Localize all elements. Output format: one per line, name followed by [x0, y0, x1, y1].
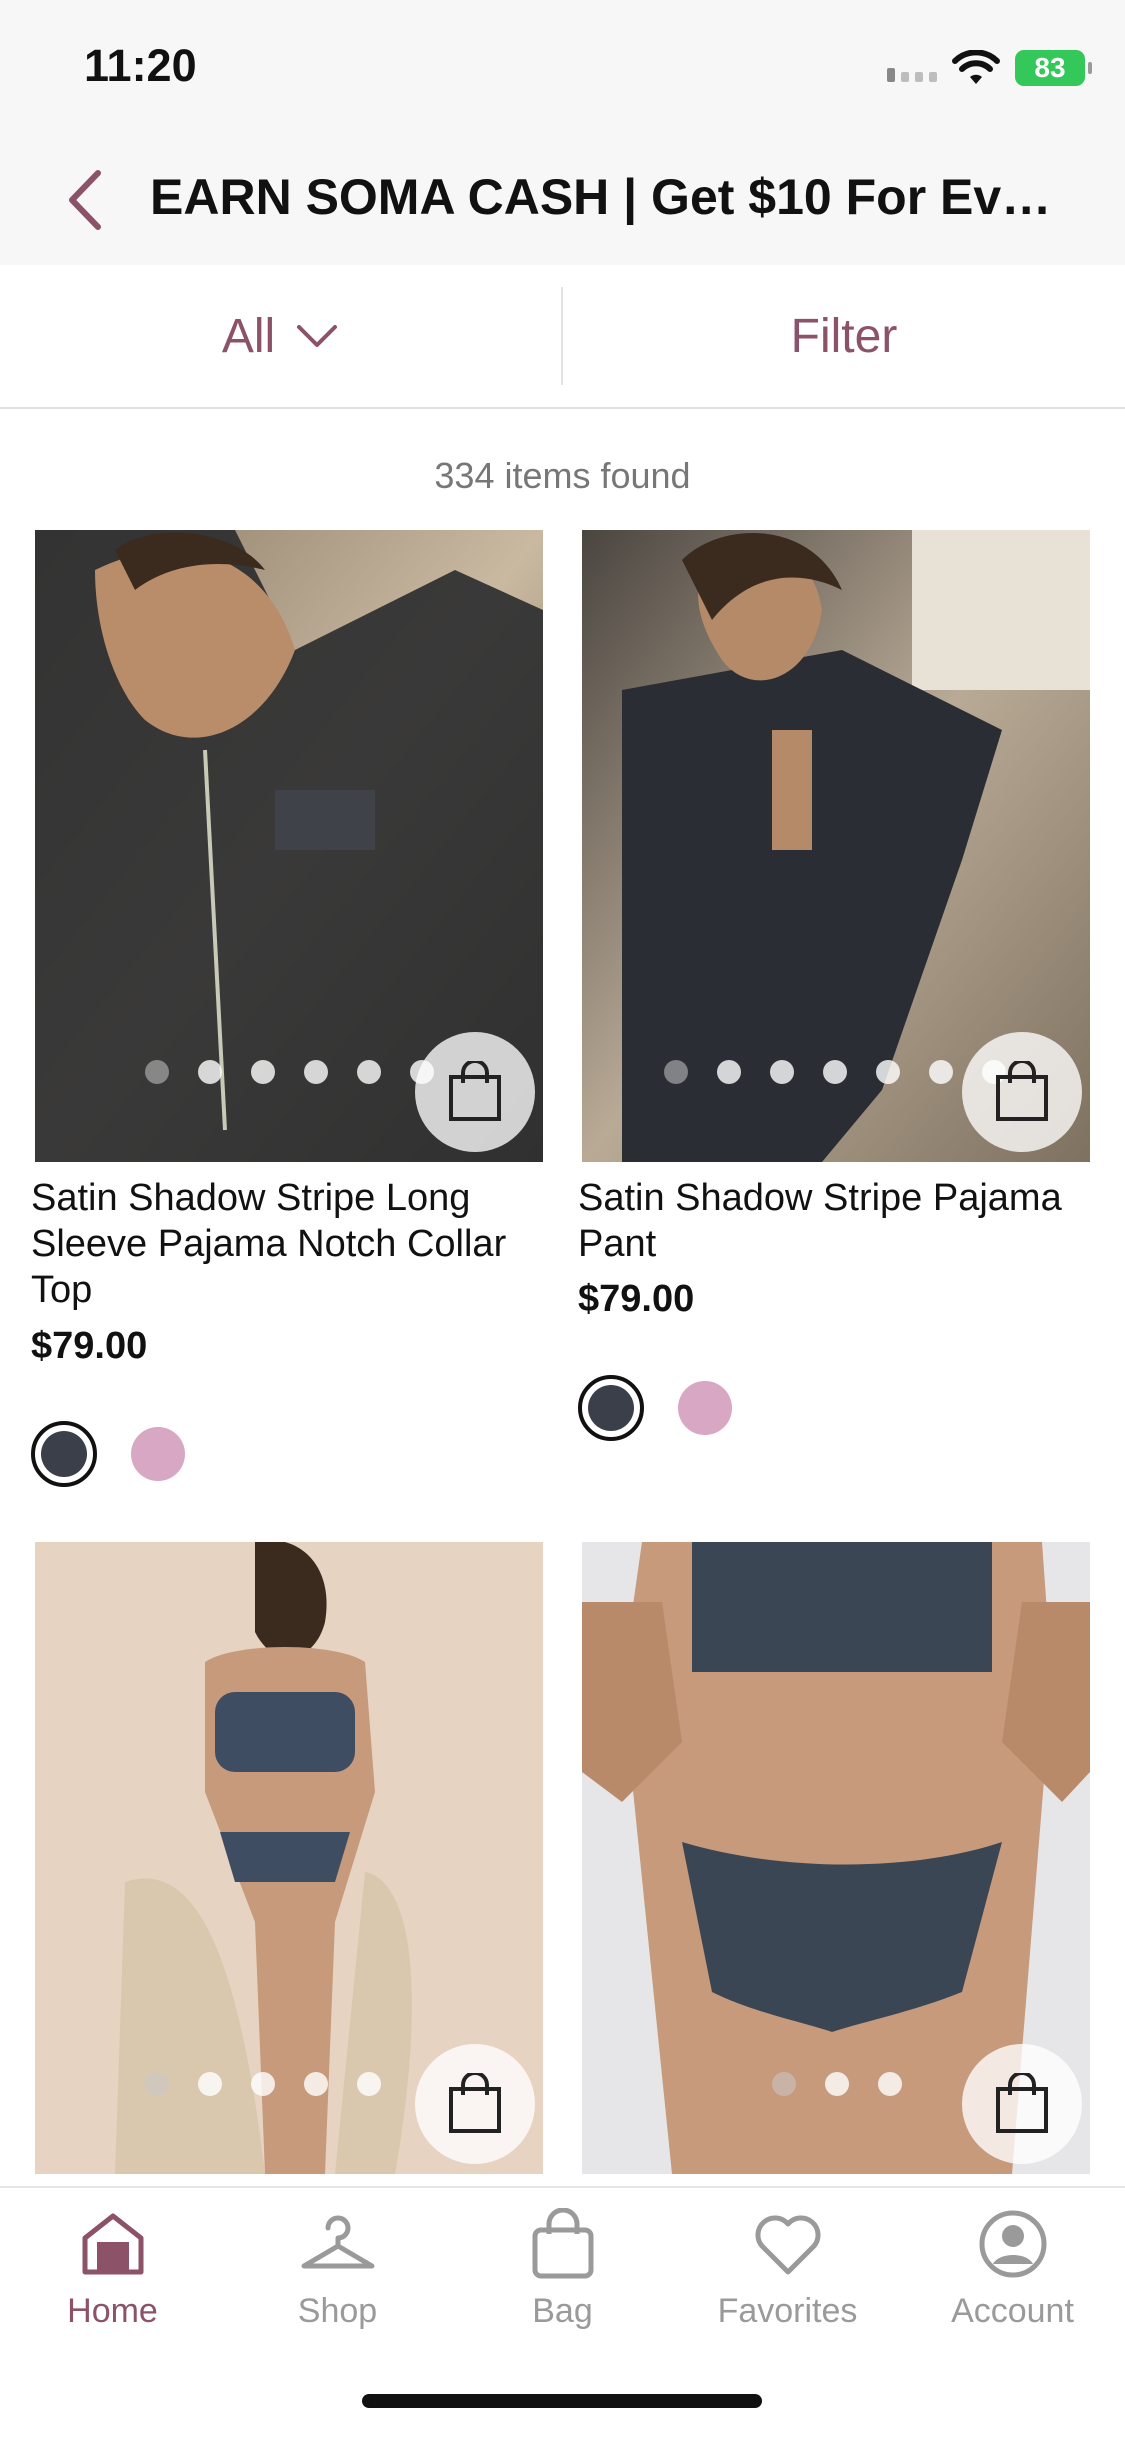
color-swatch-black[interactable] [578, 1375, 644, 1441]
tab-account[interactable]: Account [900, 2208, 1125, 2358]
battery-icon: 83 [1015, 50, 1092, 86]
category-dropdown-label: All [221, 309, 276, 363]
bag-icon [449, 1061, 501, 1121]
product-image[interactable] [35, 530, 543, 1162]
tab-label: Shop [297, 2292, 378, 2330]
color-swatch-black[interactable] [31, 1421, 97, 1487]
home-indicator [362, 2394, 762, 2408]
add-to-bag-button[interactable] [415, 1032, 535, 1152]
image-carousel-dots [145, 1060, 434, 1084]
image-carousel-dots [772, 2072, 902, 2096]
color-swatch-pink[interactable] [672, 1375, 738, 1441]
wifi-icon [952, 50, 1000, 84]
results-count: 334 items found [434, 455, 691, 496]
home-icon [82, 2213, 143, 2275]
sort-filter-bar: All Filter [0, 265, 1125, 409]
category-dropdown[interactable]: All [0, 265, 561, 407]
color-swatch-pink[interactable] [125, 1421, 191, 1487]
status-indicators: 83 [887, 48, 1092, 88]
tab-label: Home [67, 2292, 158, 2330]
product-name[interactable]: Satin Shadow Stripe Long Sleeve Pajama N… [31, 1175, 551, 1313]
tab-label: Bag [532, 2292, 593, 2330]
hanger-icon [301, 2215, 374, 2269]
status-time: 11:20 [84, 40, 197, 91]
tab-home[interactable]: Home [0, 2208, 225, 2358]
tab-label: Favorites [717, 2292, 858, 2330]
heart-icon [755, 2215, 820, 2275]
add-to-bag-button[interactable] [962, 1032, 1082, 1152]
product-image[interactable] [582, 530, 1090, 1162]
product-price: $79.00 [578, 1278, 695, 1320]
tab-label: Account [951, 2292, 1074, 2330]
bag-icon [996, 1061, 1048, 1121]
page-title: EARN SOMA CASH | Get $10 For Every... [150, 169, 1070, 225]
image-carousel-dots [145, 2072, 381, 2096]
add-to-bag-button[interactable] [415, 2044, 535, 2164]
bag-icon [532, 2208, 593, 2279]
battery-level: 83 [1034, 52, 1066, 83]
bag-icon [996, 2073, 1048, 2133]
back-chevron-icon[interactable] [60, 165, 110, 235]
filter-button[interactable]: Filter [563, 265, 1125, 407]
image-carousel-dots [664, 1060, 1006, 1084]
account-icon [979, 2210, 1046, 2278]
tab-bag[interactable]: Bag [450, 2208, 675, 2358]
tab-favorites[interactable]: Favorites [675, 2208, 900, 2358]
product-name[interactable]: Satin Shadow Stripe Pajama Pant [578, 1175, 1098, 1267]
add-to-bag-button[interactable] [962, 2044, 1082, 2164]
tab-shop[interactable]: Shop [225, 2208, 450, 2358]
cell-signal-icon [887, 54, 937, 82]
chevron-down-icon [297, 325, 338, 347]
product-price: $79.00 [31, 1325, 148, 1367]
product-image[interactable] [582, 1542, 1090, 2174]
bag-icon [449, 2073, 501, 2133]
product-image[interactable] [35, 1542, 543, 2174]
